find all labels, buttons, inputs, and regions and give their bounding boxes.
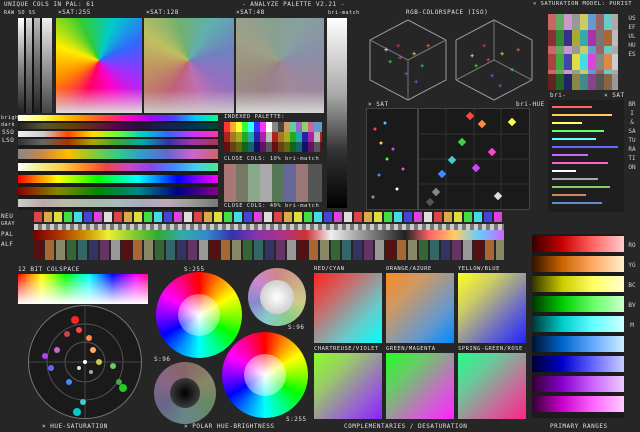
s255-label-b: S:255: [286, 416, 307, 423]
bri-hue-label: bri-HUE: [516, 101, 545, 108]
orange-azure-label: ORANGE/AZURE: [386, 266, 432, 272]
svg-text:+: +: [482, 42, 486, 50]
close-cols-10-label: CLOSE COLS: 10% bri-match: [224, 156, 320, 162]
rgb-cube-svg: +++ +++ +++ +++ +++ +++: [369, 19, 533, 101]
svg-text:+: +: [388, 58, 392, 66]
saturation-model-label: × SATURATION MODEL: PURIST: [533, 1, 633, 7]
bri-right-label: bri-: [550, 92, 567, 99]
polar-wheel-s96-a: [248, 268, 306, 326]
svg-text:+: +: [396, 42, 400, 50]
svg-text:+: +: [486, 56, 490, 64]
sat-255-label: ×SAT:255: [58, 9, 91, 16]
hue-saturation-wheel: [28, 305, 142, 419]
label-lso: LSO: [2, 137, 15, 144]
svg-text:+: +: [470, 52, 474, 60]
color-bars-block: [18, 115, 218, 210]
sat-255-panel: [56, 18, 142, 113]
svg-text:+: +: [426, 42, 430, 50]
bri-sat-lines: [548, 100, 624, 212]
sat-scatter-plot: [366, 108, 418, 210]
useful-hues-label: USEFUL HUES: [628, 15, 636, 58]
polar-wheel-s255: [156, 272, 242, 358]
label-dark: dark: [1, 122, 16, 128]
s96-label-b: S:96: [154, 356, 171, 363]
label-gray: GRAY: [1, 221, 16, 227]
bri-saturation-label: BRI & SATURATION: [628, 101, 636, 171]
palette-grid: [548, 14, 618, 90]
bit12-colspace-label: 12 BIT COLSPACE: [18, 266, 80, 273]
label-pal: PAL: [1, 231, 14, 238]
label-sso: SSO: [2, 129, 15, 136]
svg-text:+: +: [414, 78, 418, 86]
pal-swatch-row: [34, 230, 504, 240]
svg-text:+: +: [384, 46, 388, 54]
close-cols-10-grid: [224, 164, 322, 202]
rgb-colorspace-cubes: + + + + + + + + + + + + + + + + + +: [366, 18, 536, 104]
spring-rose-label: SPRING-GREEN/ROSE: [458, 346, 523, 352]
green-magenta-label: GREEN/MAGENTA: [386, 346, 436, 352]
svg-text:+: +: [398, 54, 402, 62]
footer-complementaries: COMPLEMENTARIES / DESATURATION: [344, 423, 468, 430]
svg-text:+: +: [420, 62, 424, 70]
bri-match-label: bri-match: [328, 10, 360, 16]
sat-scatter-label: × SAT: [368, 101, 389, 108]
bri-hue-scatter: [418, 108, 530, 210]
label-alf: ALF: [1, 241, 14, 248]
sat-128-panel: [144, 18, 234, 113]
yellow-blue-label: YELLOW/BLUE: [458, 266, 500, 272]
footer-hue-saturation: × HUE-SATURATION: [42, 423, 108, 430]
raw-columns: [18, 18, 52, 113]
footer-polar: × POLAR HUE-BRIGHTNESS: [184, 423, 275, 430]
indexed-palette-label: INDEXED PALETTE:: [224, 114, 285, 120]
footer-primary-ranges: PRIMARY RANGES: [550, 423, 608, 430]
chartreuse-violet-label: CHARTREUSE/VIOLET: [314, 346, 379, 352]
svg-text:+: +: [498, 82, 502, 90]
label-neu: NEU: [1, 213, 14, 220]
svg-text:+: +: [490, 72, 494, 80]
unique-colors-title: UNIQUE COLS IN PAL: 61: [4, 1, 95, 8]
bri-match-strip: [327, 18, 347, 208]
yellow-blue-panel: [458, 273, 526, 343]
red-cyan-label: RED/CYAN: [314, 266, 345, 272]
unique-subheader: RAW SO SS: [4, 10, 36, 16]
primary-ramp-labels: ROYGBCBVM: [628, 242, 636, 329]
indexed-palette-grid: [224, 122, 322, 152]
app-title: - ANALYZE PALETTE V2.21 -: [242, 1, 345, 8]
chartreuse-violet-panel: [314, 353, 382, 419]
sat-48-panel: [236, 18, 324, 113]
svg-text:+: +: [500, 50, 504, 58]
orange-azure-panel: [386, 273, 454, 343]
primary-ramps: [532, 234, 624, 418]
neu-swatch-row: [34, 212, 504, 222]
close-cols-40-label: CLOSE COLS: 40% bri-match: [224, 203, 320, 209]
rgb-colorspace-label: RGB-COLORSPACE (ISO): [406, 9, 489, 16]
sat-48-label: ×SAT:48: [236, 9, 265, 16]
green-magenta-panel: [386, 353, 454, 419]
spring-rose-panel: [458, 353, 526, 419]
alf-swatch-row: [34, 240, 504, 260]
bit12-colspace-strip: [18, 274, 148, 304]
polar-wheel-s96-b: [154, 362, 216, 424]
svg-text:+: +: [404, 70, 408, 78]
svg-text:+: +: [412, 50, 416, 58]
s96-label-a: S:96: [288, 324, 305, 331]
svg-text:+: +: [474, 62, 478, 70]
sat-right-label: × SAT: [604, 92, 625, 99]
svg-text:+: +: [510, 66, 514, 74]
polar-wheel-s255-b: [222, 332, 308, 418]
svg-text:+: +: [516, 46, 520, 54]
sat-128-label: ×SAT:128: [146, 9, 179, 16]
red-cyan-panel: [314, 273, 382, 343]
